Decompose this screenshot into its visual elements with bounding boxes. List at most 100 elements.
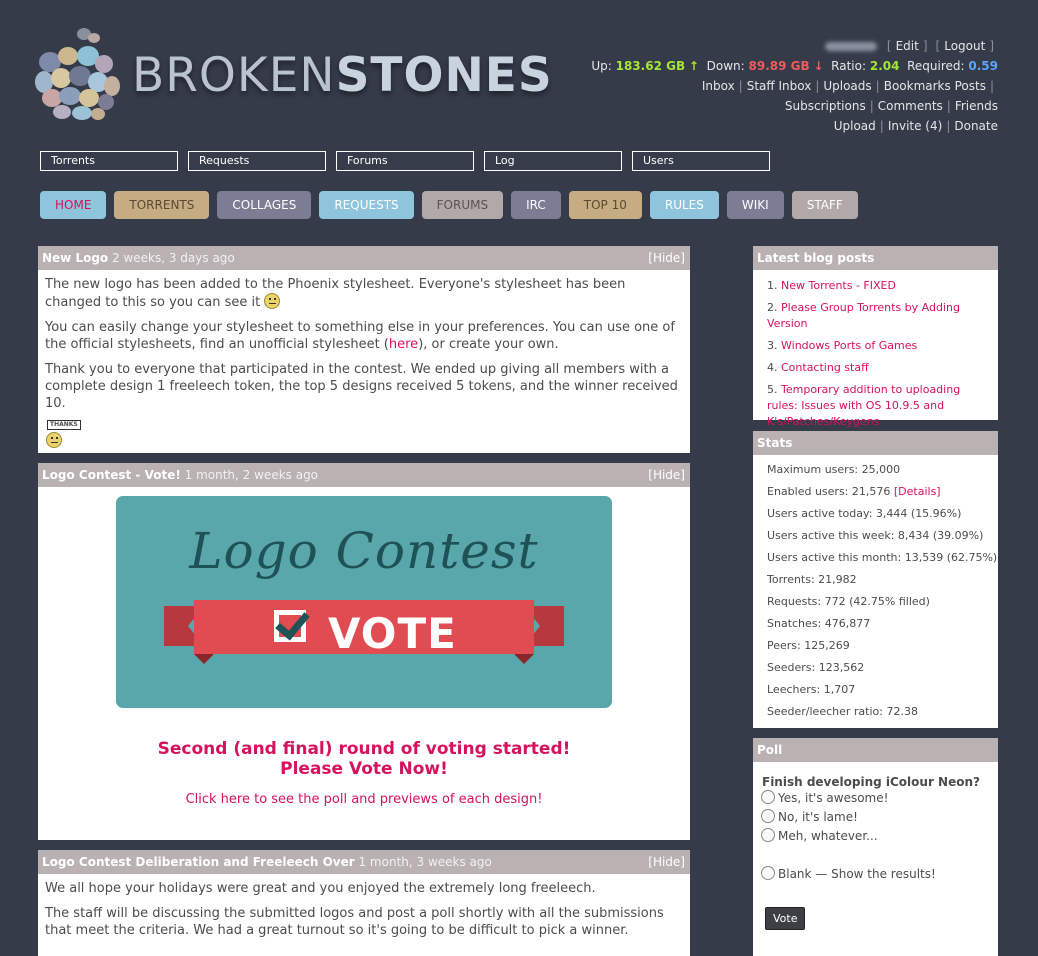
news-body: We all hope your holidays were great and…	[38, 874, 690, 939]
blog-item-link[interactable]: Please Group Torrents by Adding Version	[767, 301, 960, 330]
menu-item-wiki[interactable]: WIKI	[726, 191, 784, 219]
torrents-search-input[interactable]	[40, 150, 178, 171]
details-link[interactable]: [Details]	[894, 485, 941, 498]
blog-item-link[interactable]: Windows Ports of Games	[781, 339, 917, 352]
blog-title: Latest blog posts	[757, 251, 875, 265]
blog-item-link[interactable]: Contacting staff	[781, 361, 869, 374]
ratio-label: Ratio:	[831, 59, 867, 73]
news-body: The new logo has been added to the Phoen…	[38, 270, 690, 450]
down-arrow-icon: ↓	[813, 59, 824, 73]
stat-row: Enabled users: 21,576 [Details]	[767, 481, 998, 503]
user-links-row-3: Upload | Invite (4) | Donate	[833, 119, 998, 133]
blog-header: Latest blog posts	[753, 246, 998, 270]
menu-item-staff[interactable]: STAFF	[791, 191, 858, 219]
edit-link[interactable]: Edit	[896, 39, 919, 53]
bookmarks-link[interactable]: Bookmarks	[884, 79, 951, 93]
invite-link[interactable]: Invite (4)	[888, 119, 942, 133]
banner-vote-word: VOTE	[328, 609, 457, 658]
up-arrow-icon: ↑	[688, 59, 699, 73]
main-menu: HOME TORRENTS COLLAGES REQUESTS FORUMS IRC TOP…	[40, 191, 858, 219]
poll-link[interactable]: Click here to see the poll and previews …	[38, 792, 690, 807]
stylesheet-link[interactable]: here	[389, 337, 418, 352]
blog-item-number: 2.	[767, 301, 778, 314]
menu-item-irc[interactable]: IRC	[511, 191, 561, 219]
menu-item-rules[interactable]: RULES	[649, 191, 719, 219]
menu-item-torrents[interactable]: TORRENTS	[114, 191, 210, 219]
radio-button[interactable]	[761, 809, 775, 823]
stat-row: Requests: 772 (42.75% filled)	[767, 595, 930, 608]
radio-button[interactable]	[761, 790, 775, 804]
poll-box: Poll Finish developing iColour Neon? Yes…	[753, 738, 998, 956]
thanks-sign: THANKS	[47, 420, 81, 430]
poll-header: Poll	[753, 738, 998, 762]
menu-item-top-10[interactable]: TOP 10	[568, 191, 642, 219]
stat-row: Torrents: 21,982	[767, 573, 857, 586]
friends-link[interactable]: Friends	[955, 99, 998, 113]
donate-link[interactable]: Donate	[954, 119, 998, 133]
blog-item-number: 3.	[767, 339, 778, 352]
stats-row: Up: 183.62 GB ↑ Down: 89.89 GB ↓ Ratio: …	[578, 56, 998, 76]
stats-box: Stats Maximum users: 25,000 Enabled user…	[753, 431, 998, 728]
hide-link[interactable]: [Hide]	[648, 463, 685, 488]
comments-link[interactable]: Comments	[878, 99, 943, 113]
news-date: 1 month, 3 weeks ago	[358, 855, 492, 869]
vote-button[interactable]: Vote	[765, 907, 806, 930]
radio-button[interactable]	[761, 866, 775, 880]
blog-item: 3. Windows Ports of Games	[767, 338, 998, 354]
hide-link[interactable]: [Hide]	[648, 246, 685, 271]
users-search-input[interactable]	[632, 150, 770, 171]
stat-row: Seeder/leecher ratio: 72.38	[767, 705, 918, 718]
blog-item-link[interactable]: New Torrents - FIXED	[781, 279, 896, 292]
poll-title: Poll	[757, 743, 783, 757]
blog-list-container: 1. New Torrents - FIXED 2. Please Group T…	[753, 270, 998, 430]
blog-list: 1. New Torrents - FIXED 2. Please Group T…	[767, 278, 998, 430]
subscriptions-link[interactable]: Subscriptions	[785, 99, 866, 113]
blog-box: Latest blog posts 1. New Torrents - FIXE…	[753, 246, 998, 428]
poll-option[interactable]: No, it's lame!	[753, 808, 998, 827]
stats-header: Stats	[753, 431, 998, 455]
radio-button[interactable]	[761, 828, 775, 842]
stat-row: Maximum users: 25,000	[767, 463, 901, 476]
inbox-link[interactable]: Inbox	[702, 79, 735, 93]
user-links-row-2: Subscriptions | Comments | Friends	[784, 99, 998, 113]
voting-headline: Second (and final) round of voting start…	[157, 739, 571, 759]
poll-option-label: Blank — Show the results!	[778, 867, 936, 881]
blog-item-number: 5.	[767, 383, 778, 396]
user-links-row-1: Inbox | Staff Inbox | Uploads | Bookmarks Post…	[701, 79, 994, 93]
log-search-input[interactable]	[484, 150, 622, 171]
ratio-value: 2.04	[869, 59, 900, 73]
menu-item-forums[interactable]: FORUMS	[421, 191, 504, 219]
hide-link[interactable]: [Hide]	[648, 850, 685, 875]
posts-link[interactable]: Posts	[955, 79, 986, 93]
up-value: 183.62 GB	[615, 59, 686, 73]
poll-question: Finish developing iColour Neon?	[762, 775, 980, 789]
username-blurred[interactable]	[824, 42, 877, 51]
staff-inbox-link[interactable]: Staff Inbox	[747, 79, 812, 93]
down-value: 89.89 GB	[748, 59, 810, 73]
user-info: [Edit][Logout] Up: 183.62 GB ↑ Down: 89.…	[578, 36, 998, 136]
uploads-link[interactable]: Uploads	[823, 79, 871, 93]
stat-row: Snatches: 476,877	[767, 617, 871, 630]
menu-item-requests[interactable]: REQUESTS	[319, 191, 414, 219]
poll-option[interactable]: Yes, it's awesome!	[753, 789, 998, 808]
stat-row: Users active this month: 13,539 (62.75%)	[767, 551, 998, 564]
upload-link[interactable]: Upload	[834, 119, 876, 133]
user-row: [Edit][Logout]	[578, 36, 998, 56]
menu-item-collages[interactable]: COLLAGES	[217, 191, 312, 219]
vote-now-headline: Please Vote Now!	[280, 759, 448, 779]
forums-search-input[interactable]	[336, 150, 474, 171]
logout-link[interactable]: Logout	[944, 39, 985, 53]
blog-item-link[interactable]: Temporary addition to uploading rules: I…	[767, 383, 960, 428]
poll-option-blank[interactable]: Blank — Show the results!	[753, 865, 998, 884]
site-logo[interactable]: BROKENSTONES	[34, 26, 552, 126]
poll-body: Finish developing iColour Neon? Yes, it'…	[753, 762, 998, 930]
poll-option[interactable]: Meh, whatever...	[753, 827, 998, 846]
menu-item-home[interactable]: HOME	[40, 191, 107, 219]
stats-title: Stats	[757, 436, 793, 450]
blog-item-number: 1.	[767, 279, 778, 292]
thanks-smiley-icon: THANKS	[45, 420, 85, 450]
requests-search-input[interactable]	[188, 150, 326, 171]
stat-row: Seeders: 123,562	[767, 661, 865, 674]
news-title: Logo Contest Deliberation and Freeleech …	[42, 855, 355, 869]
blog-item: 1. New Torrents - FIXED	[767, 278, 998, 294]
